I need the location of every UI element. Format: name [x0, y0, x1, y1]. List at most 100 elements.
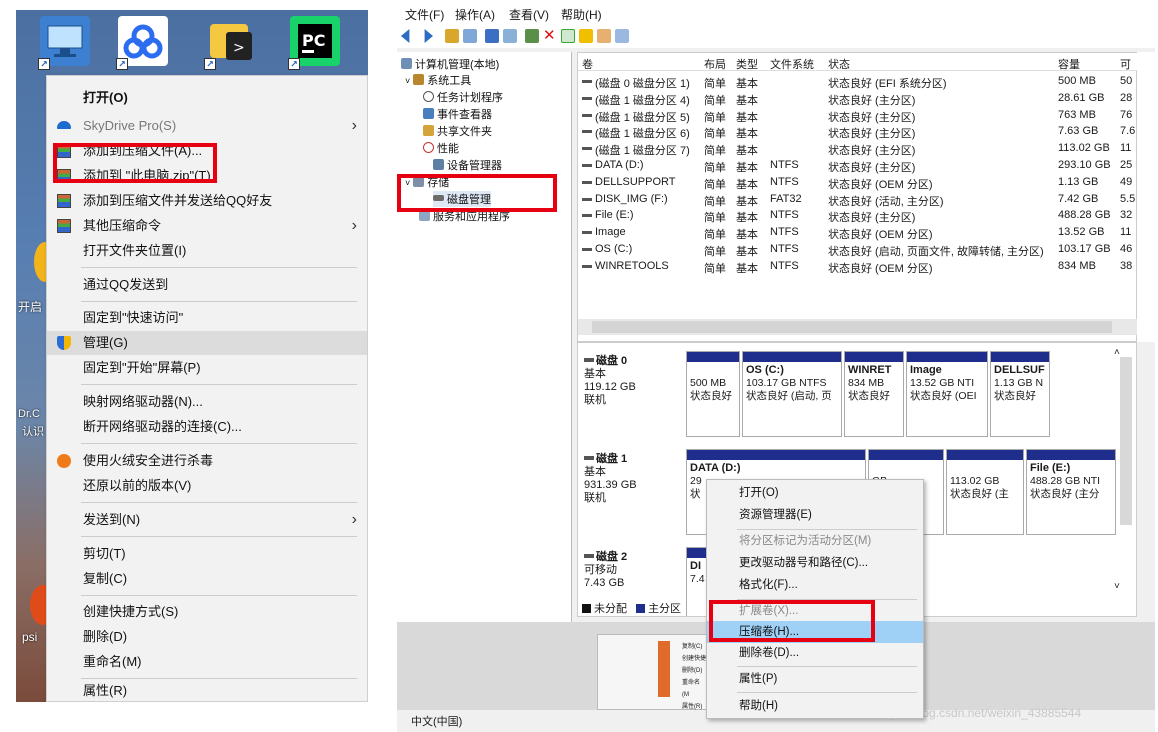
- volume-cell-status: 状态良好 (启动, 页面文件, 故障转储, 主分区): [828, 246, 1044, 258]
- forward-icon[interactable]: [424, 29, 433, 43]
- menu-action[interactable]: 操作(A): [455, 6, 495, 23]
- menu-view[interactable]: 查看(V): [509, 6, 549, 23]
- properties-icon[interactable]: [615, 29, 629, 43]
- menu-send-to[interactable]: 发送到(N) ›: [47, 508, 367, 532]
- volume-cell-layout: 简单: [704, 229, 726, 242]
- menu-send-qq[interactable]: 通过QQ发送到: [47, 273, 367, 297]
- disk0-type: 基本: [584, 368, 606, 380]
- volume-row[interactable]: Image 简单 基本 NTFS 状态良好 (OEM 分区) 13.52 GB 11: [578, 224, 1138, 241]
- horizontal-scrollbar[interactable]: [578, 319, 1138, 335]
- menu-disconnect-drive[interactable]: 断开网络驱动器的连接(C)...: [47, 415, 367, 439]
- check-icon[interactable]: [561, 29, 575, 43]
- partition-d1parts-2[interactable]: 113.02 GB 状态良好 (主: [946, 449, 1024, 535]
- col-free[interactable]: 可: [1120, 56, 1131, 72]
- expand-icon: ˅: [405, 76, 411, 86]
- menu-map-drive[interactable]: 映射网络驱动器(N)...: [47, 390, 367, 414]
- menu-delete[interactable]: 删除(D): [47, 625, 367, 649]
- partition-d0parts-1[interactable]: OS (C:) 103.17 GB NTFS 状态良好 (启动, 页: [742, 351, 842, 437]
- scroll-thumb[interactable]: [592, 321, 1112, 333]
- volume-row[interactable]: DATA (D:) 简单 基本 NTFS 状态良好 (主分区) 293.10 GB 25: [578, 157, 1138, 174]
- volume-row[interactable]: (磁盘 1 磁盘分区 7) 简单 基本 状态良好 (主分区) 113.02 GB 11: [578, 140, 1138, 157]
- menu-open[interactable]: 打开(O): [47, 86, 367, 110]
- menu-restore-previous[interactable]: 还原以前的版本(V): [47, 474, 367, 498]
- menu-create-shortcut[interactable]: 创建快捷方式(S): [47, 600, 367, 624]
- col-layout[interactable]: 布局: [704, 56, 726, 72]
- menu-pin-start[interactable]: 固定到"开始"屏幕(P): [47, 356, 367, 380]
- disk2-name: 磁盘 2: [596, 551, 628, 563]
- menu-pin-quick-access[interactable]: 固定到"快速访问": [47, 306, 367, 330]
- menu-file[interactable]: 文件(F): [405, 6, 444, 23]
- partition-d1parts-3[interactable]: File (E:) 488.28 GB NTI 状态良好 (主分: [1026, 449, 1116, 535]
- menu-huorong-scan[interactable]: 使用火绒安全进行杀毒: [47, 449, 367, 473]
- menu-skydrive[interactable]: SkyDrive Pro(S) ›: [47, 114, 367, 138]
- volume-cell-fs: NTFS: [770, 259, 799, 272]
- partition-n: DELLSUF: [994, 364, 1045, 376]
- volume-row[interactable]: (磁盘 1 磁盘分区 4) 简单 基本 状态良好 (主分区) 28.61 GB 28: [578, 90, 1138, 107]
- sub-explorer[interactable]: 资源管理器(E): [707, 504, 923, 526]
- disk1-size: 931.39 GB: [584, 479, 637, 491]
- volume-row[interactable]: (磁盘 0 磁盘分区 1) 简单 基本 状态良好 (EFI 系统分区) 500 MB 50: [578, 73, 1138, 90]
- volume-row[interactable]: DELLSUPPORT 简单 基本 NTFS 状态良好 (OEM 分区) 1.13 GB 4…: [578, 174, 1138, 191]
- volume-icon: [582, 164, 592, 167]
- tree-device-manager[interactable]: 设备管理器: [433, 157, 502, 173]
- tree-task-scheduler[interactable]: 任务计划程序: [423, 89, 503, 105]
- sub-change-letter[interactable]: 更改驱动器号和路径(C)...: [707, 552, 923, 574]
- menu-copy[interactable]: 复制(C): [47, 567, 367, 591]
- col-filesystem[interactable]: 文件系统: [770, 56, 814, 72]
- volume-row[interactable]: WINRETOOLS 简单 基本 NTFS 状态良好 (OEM 分区) 834 MB 38: [578, 258, 1138, 275]
- menu-add-send-qq[interactable]: 添加到压缩文件并发送给QQ好友: [47, 189, 367, 213]
- menu-open-folder-location[interactable]: 打开文件夹位置(I): [47, 239, 367, 263]
- pycharm-icon[interactable]: PC ↗: [288, 16, 340, 70]
- partition-d0parts-0[interactable]: 500 MB 状态良好: [686, 351, 740, 437]
- sub-format[interactable]: 格式化(F)...: [707, 574, 923, 596]
- disk2-info[interactable]: 磁盘 2 可移动 7.43 GB: [584, 551, 684, 590]
- partition-d0parts-3[interactable]: Image 13.52 GB NTI 状态良好 (OEI: [906, 351, 988, 437]
- show-tree-icon[interactable]: [463, 29, 477, 43]
- col-volume[interactable]: 卷: [582, 56, 593, 72]
- menu-cut[interactable]: 剪切(T): [47, 542, 367, 566]
- col-status[interactable]: 状态: [828, 56, 850, 72]
- clock-icon: [423, 91, 434, 102]
- back-icon[interactable]: [401, 29, 410, 43]
- disk0-name: 磁盘 0: [596, 355, 628, 367]
- search-icon[interactable]: [597, 29, 611, 43]
- col-type[interactable]: 类型: [736, 56, 758, 72]
- view-icon[interactable]: [503, 29, 517, 43]
- scroll-up-icon[interactable]: ˄: [1114, 347, 1120, 358]
- menu-properties[interactable]: 属性(R): [47, 679, 367, 702]
- delete-x-icon[interactable]: ✕: [543, 28, 557, 43]
- sub-mark-active[interactable]: 将分区标记为活动分区(M): [707, 530, 923, 552]
- sub-delete-volume[interactable]: 删除卷(D)...: [707, 642, 923, 664]
- menu-rename[interactable]: 重命名(M): [47, 650, 367, 674]
- scroll-down-icon[interactable]: ˅: [1114, 581, 1120, 592]
- baidu-netdisk-icon[interactable]: ↗: [116, 16, 168, 70]
- volume-row[interactable]: File (E:) 简单 基本 NTFS 状态良好 (主分区) 488.28 GB 32: [578, 207, 1138, 224]
- sub-properties[interactable]: 属性(P): [707, 668, 923, 690]
- sub-open[interactable]: 打开(O): [707, 482, 923, 504]
- tree-shared-folders[interactable]: 共享文件夹: [423, 123, 492, 139]
- partition-d0parts-2[interactable]: WINRET 834 MB 状态良好: [844, 351, 904, 437]
- volume-row[interactable]: (磁盘 1 磁盘分区 5) 简单 基本 状态良好 (主分区) 763 MB 76: [578, 107, 1138, 124]
- menu-manage[interactable]: 管理(G): [47, 331, 367, 355]
- connect-icon[interactable]: [525, 29, 539, 43]
- volume-row[interactable]: (磁盘 1 磁盘分区 6) 简单 基本 状态良好 (主分区) 7.63 GB 7.6: [578, 123, 1138, 140]
- menu-other-compress[interactable]: 其他压缩命令 ›: [47, 214, 367, 238]
- disk0-info[interactable]: 磁盘 0 基本 119.12 GB 联机: [584, 355, 684, 407]
- tree-performance[interactable]: 性能: [423, 140, 459, 156]
- folder-icon[interactable]: [579, 29, 593, 43]
- volume-row[interactable]: OS (C:) 简单 基本 NTFS 状态良好 (启动, 页面文件, 故障转储, 主分区…: [578, 241, 1138, 258]
- menu-help[interactable]: 帮助(H): [561, 6, 602, 23]
- this-pc-icon[interactable]: ↗: [38, 16, 90, 70]
- python-icon[interactable]: > ↗: [204, 16, 256, 70]
- disk1-info[interactable]: 磁盘 1 基本 931.39 GB 联机: [584, 453, 684, 505]
- partition-d0parts-4[interactable]: DELLSUF 1.13 GB N 状态良好: [990, 351, 1050, 437]
- tree-root[interactable]: 计算机管理(本地): [401, 56, 499, 72]
- sub-help[interactable]: 帮助(H): [707, 695, 923, 717]
- vertical-scroll-thumb[interactable]: [1120, 357, 1132, 525]
- tree-event-viewer[interactable]: 事件查看器: [423, 106, 492, 122]
- up-icon[interactable]: [445, 29, 459, 43]
- col-capacity[interactable]: 容量: [1058, 56, 1080, 72]
- volume-row[interactable]: DISK_IMG (F:) 简单 基本 FAT32 状态良好 (活动, 主分区) 7.42…: [578, 191, 1138, 208]
- help-icon[interactable]: [485, 29, 499, 43]
- tree-system-tools[interactable]: ˅ 系统工具: [405, 72, 471, 88]
